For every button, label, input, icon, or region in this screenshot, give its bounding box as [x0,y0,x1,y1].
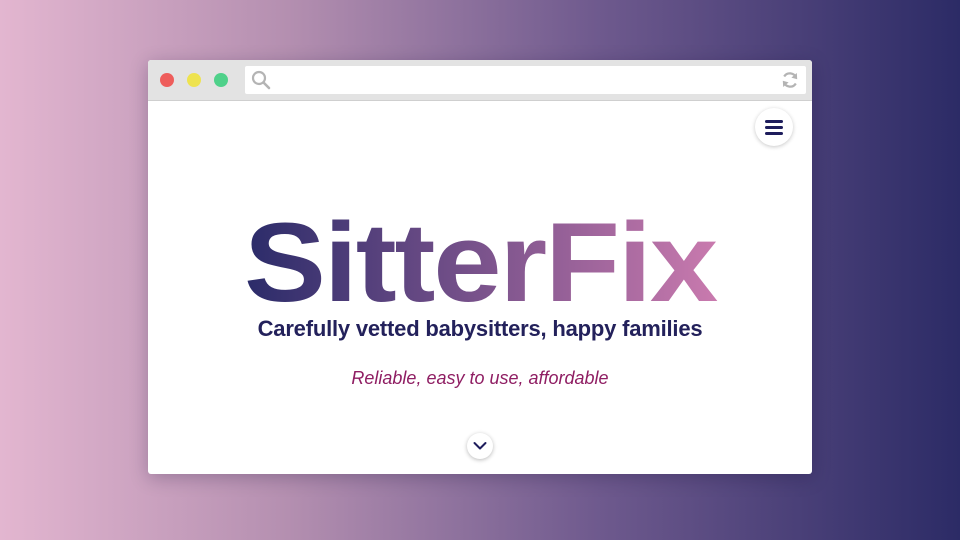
browser-window: SitterFix Carefully vetted babysitters, … [148,60,812,474]
hamburger-menu-icon-bar [765,126,783,129]
browser-titlebar [148,60,812,101]
close-window-button[interactable] [160,73,174,87]
brand-logo: SitterFix [244,200,720,308]
hamburger-menu-icon-bar [765,132,783,135]
address-bar[interactable] [245,66,806,94]
menu-button[interactable] [755,108,793,146]
hero-tagline: Carefully vetted babysitters, happy fami… [257,316,703,341]
maximize-window-button[interactable] [214,73,228,87]
chevron-down-icon [473,442,487,450]
search-icon [251,70,271,90]
hamburger-menu-icon [765,120,783,123]
reload-icon[interactable] [780,70,800,90]
hero-subtagline: Reliable, easy to use, affordable [351,368,609,388]
minimize-window-button[interactable] [187,73,201,87]
scroll-down-button[interactable] [467,433,493,459]
brand-logo-text: SitterFix [244,200,718,308]
